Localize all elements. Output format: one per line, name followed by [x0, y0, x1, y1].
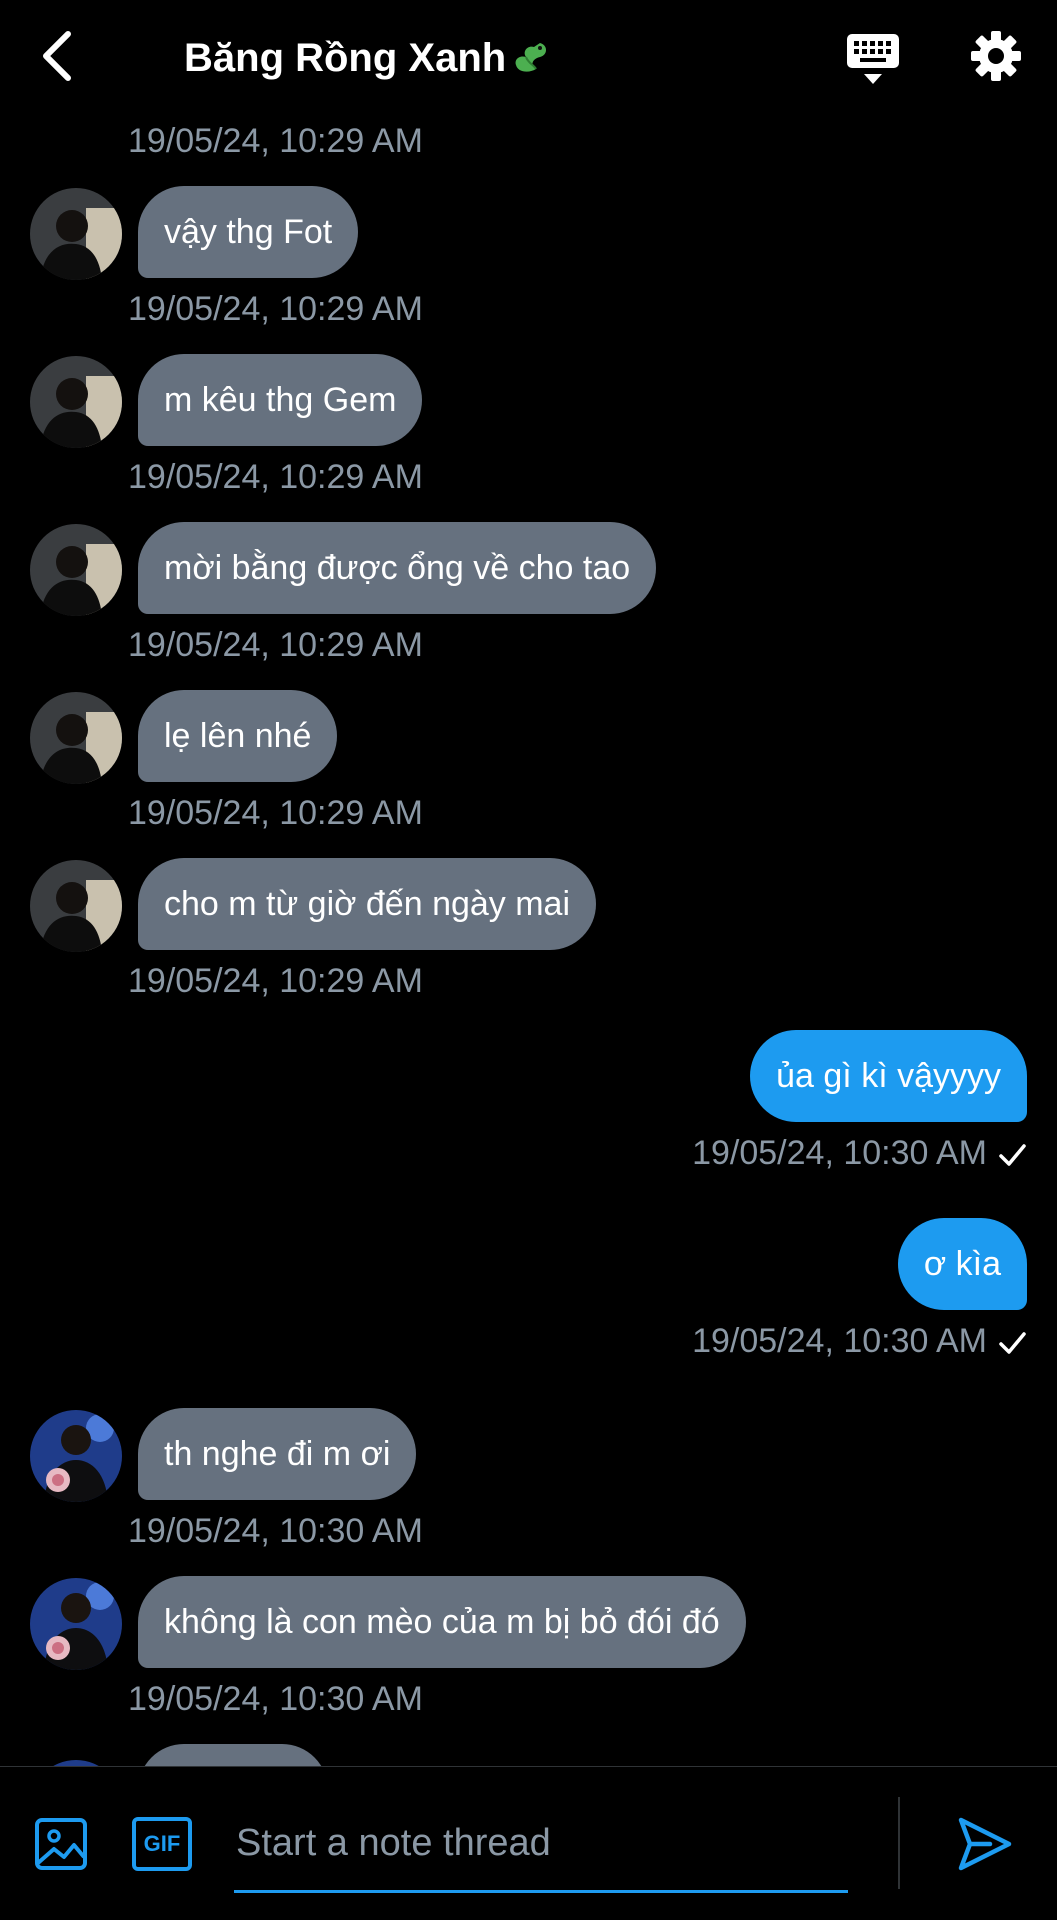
message-timestamp: 19/05/24, 10:30 AM [128, 1680, 423, 1718]
image-icon[interactable] [34, 1817, 88, 1871]
message-bubble[interactable]: mời bằng được ổng về cho tao [138, 522, 657, 614]
message-bubble[interactable]: vậy thg Fot [138, 186, 359, 278]
dragon-icon [515, 43, 547, 72]
message-timestamp: 19/05/24, 10:30 AM [128, 1512, 423, 1550]
message-timestamp: 19/05/24, 10:29 AM [128, 794, 423, 832]
message-bubble[interactable]: không là con mèo của m bị bỏ đói đó [138, 1576, 746, 1668]
avatar[interactable] [30, 692, 122, 784]
message-bubble[interactable]: lẹ lên nhé [138, 690, 338, 782]
message-timestamp: 19/05/24, 10:29 AM [128, 626, 423, 664]
note-thread-input[interactable] [234, 1797, 848, 1893]
message-timestamp: 19/05/24, 10:29 AM [128, 458, 423, 496]
message-timestamp: 19/05/24, 10:29 AM [128, 290, 423, 328]
message-bubble[interactable]: m kêu thg Gem [138, 354, 423, 446]
message-bubble[interactable]: cho m từ giờ đến ngày mai [138, 858, 597, 950]
message-bubble-partial[interactable] [138, 1744, 328, 1766]
read-check-icon [999, 1332, 1026, 1354]
keyboard-icon[interactable] [846, 32, 900, 86]
divider [898, 1797, 900, 1889]
message-timestamp: 19/05/24, 10:29 AM [128, 122, 423, 160]
chat-header: Băng Rồng Xanh [0, 0, 1057, 118]
avatar[interactable] [30, 1410, 122, 1502]
avatar[interactable] [30, 356, 122, 448]
back-chevron-icon[interactable] [38, 28, 78, 84]
composer-bar: GIF [0, 1766, 1057, 1920]
avatar[interactable] [30, 524, 122, 616]
message-thread[interactable]: 19/05/24, 10:29 AM vậy thg Fot 19/05/24,… [0, 118, 1057, 1766]
read-check-icon [999, 1144, 1026, 1166]
message-timestamp: 19/05/24, 10:29 AM [128, 962, 423, 1000]
message-bubble-sent[interactable]: ủa gì kì vậyyyy [750, 1030, 1027, 1122]
avatar[interactable] [30, 1578, 122, 1670]
message-bubble-sent[interactable]: ơ kìa [897, 1218, 1027, 1310]
gif-label: GIF [143, 1831, 181, 1856]
avatar[interactable] [30, 188, 122, 280]
message-timestamp: 19/05/24, 10:30 AM [692, 1322, 987, 1360]
conversation-title[interactable]: Băng Rồng Xanh [184, 36, 550, 81]
gear-icon[interactable] [970, 30, 1022, 82]
conversation-title-text: Băng Rồng Xanh [184, 36, 507, 80]
message-timestamp: 19/05/24, 10:30 AM [692, 1134, 987, 1172]
gif-button[interactable]: GIF [132, 1817, 192, 1871]
message-bubble[interactable]: th nghe đi m ơi [138, 1408, 417, 1500]
avatar[interactable] [30, 860, 122, 952]
send-icon[interactable] [956, 1815, 1014, 1873]
